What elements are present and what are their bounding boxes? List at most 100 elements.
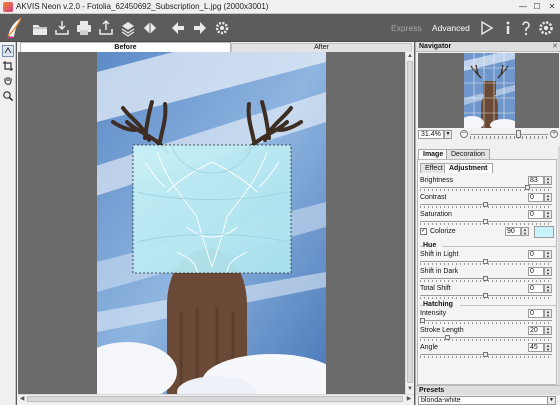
advanced-mode-button[interactable]: Advanced bbox=[432, 23, 470, 33]
shift-dark-label: Shift in Dark bbox=[420, 268, 459, 275]
intensity-spinner-icon[interactable]: ▲ ▼ bbox=[544, 309, 552, 318]
navigator-preview[interactable] bbox=[418, 53, 559, 128]
saturation-slider-handle[interactable] bbox=[483, 219, 488, 224]
back-icon[interactable] bbox=[168, 18, 188, 38]
angle-spinner-icon[interactable]: ▲ ▼ bbox=[544, 343, 552, 352]
brightness-spinner-icon[interactable]: ▲ ▼ bbox=[544, 176, 552, 185]
shift-light-slider-handle[interactable] bbox=[483, 259, 488, 264]
colorize-value[interactable]: 90 bbox=[505, 227, 521, 236]
tools-panel bbox=[0, 42, 16, 405]
batch-icon[interactable] bbox=[118, 18, 138, 38]
zoom-icon[interactable] bbox=[2, 90, 14, 102]
help-icon[interactable] bbox=[516, 18, 536, 38]
colorize-color-swatch[interactable] bbox=[534, 226, 554, 238]
zoom-slider-track[interactable] bbox=[470, 134, 548, 135]
settings-gear-icon[interactable] bbox=[212, 18, 232, 38]
deer-photo bbox=[97, 52, 326, 394]
contrast-value[interactable]: 0 bbox=[528, 193, 544, 202]
shift-light-row: Shift in Light 0 ▲ ▼ bbox=[420, 250, 556, 267]
presets-selected: blonda-white bbox=[421, 397, 461, 404]
scroll-thumb[interactable] bbox=[27, 396, 403, 402]
brightness-value[interactable]: 83 bbox=[528, 176, 544, 185]
shift-light-value[interactable]: 0 bbox=[528, 250, 544, 259]
run-icon[interactable] bbox=[476, 18, 496, 38]
shift-dark-row: Shift in Dark 0 ▲ ▼ bbox=[420, 267, 556, 284]
presets-dropdown[interactable]: blonda-white ▼ bbox=[418, 396, 556, 405]
crop-icon[interactable] bbox=[2, 60, 14, 72]
shift-dark-slider-handle[interactable] bbox=[483, 276, 488, 281]
app-icon bbox=[3, 2, 13, 12]
shift-light-spinner-icon[interactable]: ▲ ▼ bbox=[544, 250, 552, 259]
intensity-slider[interactable] bbox=[420, 320, 552, 321]
contrast-slider-handle[interactable] bbox=[483, 202, 488, 207]
main-tab-row: Image Decoration bbox=[416, 149, 560, 159]
open-icon[interactable] bbox=[30, 18, 50, 38]
contrast-spinner-icon[interactable]: ▲ ▼ bbox=[544, 193, 552, 202]
divider bbox=[442, 246, 556, 247]
save-icon[interactable] bbox=[52, 18, 72, 38]
stroke-length-spinner-icon[interactable]: ▲ ▼ bbox=[544, 326, 552, 335]
stroke-length-value[interactable]: 20 bbox=[528, 326, 544, 335]
before-after-icon[interactable] bbox=[140, 18, 160, 38]
print-icon[interactable] bbox=[74, 18, 94, 38]
image-canvas[interactable] bbox=[18, 52, 405, 394]
brightness-slider[interactable] bbox=[420, 187, 552, 188]
maximize-button[interactable]: ☐ bbox=[530, 1, 544, 13]
hand-icon[interactable] bbox=[2, 75, 14, 87]
share-icon[interactable] bbox=[96, 18, 116, 38]
angle-row: Angle 45 ▲ ▼ bbox=[420, 343, 556, 360]
scroll-left-icon[interactable]: ◀ bbox=[18, 395, 26, 403]
express-mode-button[interactable]: Express bbox=[391, 23, 422, 33]
navigator-title: Navigator bbox=[419, 43, 452, 50]
total-shift-spinner-icon[interactable]: ▲ ▼ bbox=[544, 284, 552, 293]
colorize-row: ✓ Colorize 90 ▲ ▼ bbox=[420, 226, 556, 244]
colorize-spinner-icon[interactable]: ▲ ▼ bbox=[521, 227, 529, 236]
intensity-slider-handle[interactable] bbox=[420, 318, 425, 323]
stroke-length-slider-handle[interactable] bbox=[445, 335, 451, 340]
colorize-checkbox[interactable]: ✓ bbox=[420, 228, 427, 235]
saturation-row: Saturation 0 ▲ ▼ bbox=[420, 210, 556, 227]
info-icon[interactable] bbox=[498, 18, 518, 38]
tab-image[interactable]: Image bbox=[418, 149, 449, 159]
canvas-vertical-scrollbar[interactable]: ▲ ▼ bbox=[405, 52, 414, 394]
navigator-thumbnail bbox=[464, 53, 515, 128]
angle-slider-handle[interactable] bbox=[483, 352, 488, 357]
intensity-ticks bbox=[420, 322, 552, 324]
minimize-button[interactable]: — bbox=[516, 1, 530, 13]
shift-dark-value[interactable]: 0 bbox=[528, 267, 544, 276]
stroke-length-slider[interactable] bbox=[420, 337, 552, 338]
scroll-thumb[interactable] bbox=[407, 61, 413, 383]
tab-adjustment[interactable]: Adjustment bbox=[444, 163, 493, 173]
total-shift-row: Total Shift 0 ▲ ▼ bbox=[420, 284, 556, 301]
main-toolbar: Express Advanced bbox=[0, 14, 560, 42]
zoom-in-icon[interactable]: + bbox=[550, 130, 558, 138]
total-shift-slider-handle[interactable] bbox=[483, 293, 488, 298]
chevron-down-icon[interactable]: ▼ bbox=[547, 397, 555, 404]
angle-value[interactable]: 45 bbox=[528, 343, 544, 352]
scroll-down-icon[interactable]: ▼ bbox=[406, 385, 414, 393]
neon-logo-icon bbox=[4, 16, 24, 40]
saturation-spinner-icon[interactable]: ▲ ▼ bbox=[544, 210, 552, 219]
zoom-out-icon[interactable]: − bbox=[460, 130, 468, 138]
close-panel-icon[interactable]: ✕ bbox=[552, 42, 558, 52]
scroll-up-icon[interactable]: ▲ bbox=[406, 52, 414, 60]
canvas-horizontal-scrollbar[interactable]: ◀ ▶ bbox=[18, 394, 414, 403]
zoom-slider-handle[interactable] bbox=[516, 130, 521, 138]
tab-after[interactable]: After bbox=[231, 43, 412, 52]
hand-tool-icon[interactable] bbox=[2, 45, 14, 57]
scroll-right-icon[interactable]: ▶ bbox=[405, 395, 413, 403]
navigator-header: Navigator ✕ bbox=[416, 42, 560, 52]
brightness-row: Brightness 83 ▲ ▼ bbox=[420, 176, 556, 193]
forward-icon[interactable] bbox=[190, 18, 210, 38]
shift-dark-spinner-icon[interactable]: ▲ ▼ bbox=[544, 267, 552, 276]
saturation-value[interactable]: 0 bbox=[528, 210, 544, 219]
close-button[interactable]: ✕ bbox=[545, 1, 559, 13]
zoom-level-field[interactable]: 31.4% bbox=[418, 130, 444, 139]
brightness-slider-handle[interactable] bbox=[524, 185, 530, 190]
intensity-value[interactable]: 0 bbox=[528, 309, 544, 318]
total-shift-value[interactable]: 0 bbox=[528, 284, 544, 293]
tab-before[interactable]: Before bbox=[20, 42, 231, 52]
zoom-dropdown-icon[interactable]: ▼ bbox=[444, 130, 452, 139]
tab-decoration[interactable]: Decoration bbox=[446, 149, 490, 159]
preferences-icon[interactable] bbox=[536, 18, 556, 38]
